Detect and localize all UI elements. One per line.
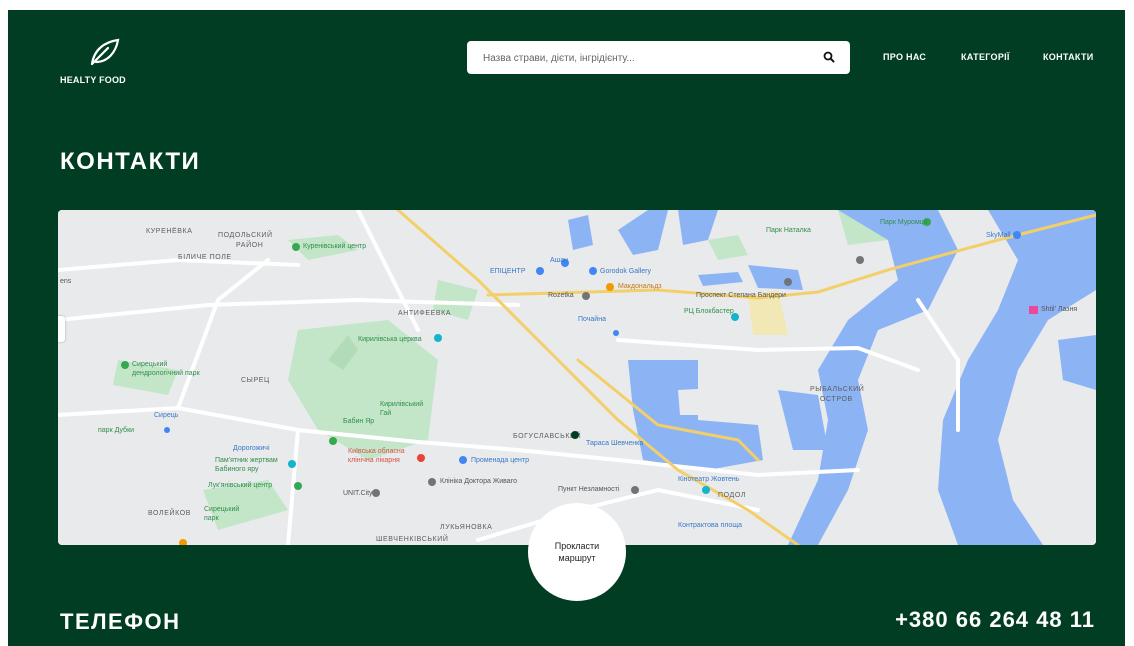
- map-label: ЛУКЬЯНОВКА: [440, 524, 493, 531]
- map-label: Контрактова площа: [678, 522, 742, 529]
- map-label: РЦ Блокбастер: [684, 308, 734, 315]
- map-label: Клініка Доктора Живаго: [440, 478, 517, 485]
- nav-contacts[interactable]: КОНТАКТИ: [1043, 52, 1094, 62]
- search-icon[interactable]: [822, 50, 836, 64]
- map-label: ШЕВЧЕНКІВСЬКИЙ: [376, 536, 449, 543]
- map-label: Shtil' Лазня: [1041, 306, 1078, 313]
- map-label: КУРЕНЁВКА: [146, 228, 193, 235]
- map-label: Gorodok Gallery: [600, 268, 651, 275]
- map-label: ens: [60, 278, 72, 285]
- map-label: Бабин Яр: [343, 418, 375, 425]
- map-label: Сирецький парк: [204, 506, 240, 522]
- map-label: Парк Муромця: [880, 219, 928, 226]
- route-button-label: Прокласти маршрут: [554, 541, 600, 563]
- map-label: Кінотеатр Жовтень: [678, 476, 740, 483]
- map-label: Парк Наталка: [766, 227, 811, 234]
- search-input[interactable]: [481, 41, 815, 76]
- map-label: Київська обласна клінічна лікарня: [348, 448, 405, 464]
- map-label: РЫБАЛЬСКИЙ: [810, 386, 865, 393]
- route-button[interactable]: Прокласти маршрут: [528, 503, 626, 601]
- logo-text: HEALTY FOOD: [60, 75, 126, 85]
- map-label: парк Дубки: [98, 427, 135, 434]
- logo[interactable]: HEALTY FOOD: [60, 38, 140, 90]
- phone-number[interactable]: +380 66 264 48 11: [895, 607, 1095, 633]
- map-label: ВОЛЕЙКОВ: [148, 510, 192, 517]
- map-label: Сирець: [154, 412, 179, 419]
- map-label: РАЙОН: [236, 242, 264, 249]
- location-marker[interactable]: [571, 431, 579, 439]
- map-label: Лук'янівський центр: [208, 482, 273, 489]
- nav-about[interactable]: ПРО НАС: [883, 52, 926, 62]
- map[interactable]: КУРЕНЁВКА ПОДОЛЬСКИЙ РАЙОН БІЛИЧЕ ПОЛЕ К…: [58, 210, 1096, 545]
- map-label: БІЛИЧЕ ПОЛЕ: [178, 254, 232, 261]
- map-label: Дорогожичі: [233, 445, 270, 452]
- leaf-logo-icon: [90, 38, 120, 66]
- map-label: СЫРЕЦ: [241, 377, 270, 384]
- map-label: Макдональдз: [618, 283, 662, 290]
- map-label: SkyMall: [986, 232, 1011, 239]
- map-panel-toggle[interactable]: [58, 316, 65, 342]
- map-label: Почайна: [578, 316, 606, 323]
- map-label: UNIT.City: [343, 490, 373, 497]
- map-label: Ашан: [550, 257, 569, 264]
- map-label: ОСТРОВ: [820, 396, 853, 403]
- map-label: ПОДОЛЬСКИЙ: [218, 232, 273, 239]
- map-label: Кирилівський Гай: [380, 401, 424, 417]
- page: HEALTY FOOD ПРО НАС КАТЕГОРІЇ КОНТАКТИ К…: [8, 10, 1125, 646]
- nav-categories[interactable]: КАТЕГОРІЇ: [961, 52, 1010, 62]
- map-label: Проспект Степана Бандери: [696, 292, 786, 299]
- map-label: АНТИФЕЕВКА: [398, 310, 452, 317]
- map-label: Тарасa Шевченка: [586, 440, 644, 447]
- contacts-title: КОНТАКТИ: [60, 148, 201, 175]
- phone-title: ТЕЛЕФОН: [60, 609, 181, 634]
- map-label: Сирецький дендрологічний парк: [132, 361, 200, 377]
- map-label: ЕПІЦЕНТР: [490, 268, 526, 275]
- map-label: Кирилівська церква: [358, 336, 422, 343]
- map-label: Rozetka: [548, 292, 574, 299]
- map-label: Променада центр: [471, 457, 529, 464]
- map-label: ПОДОЛ: [718, 492, 747, 499]
- map-label: Пам'ятник жертвам Бабиного яру: [215, 457, 278, 473]
- search-bar: [467, 41, 850, 76]
- map-label: Пункт Незламності: [558, 486, 620, 493]
- map-label: Куренівський центр: [303, 243, 367, 250]
